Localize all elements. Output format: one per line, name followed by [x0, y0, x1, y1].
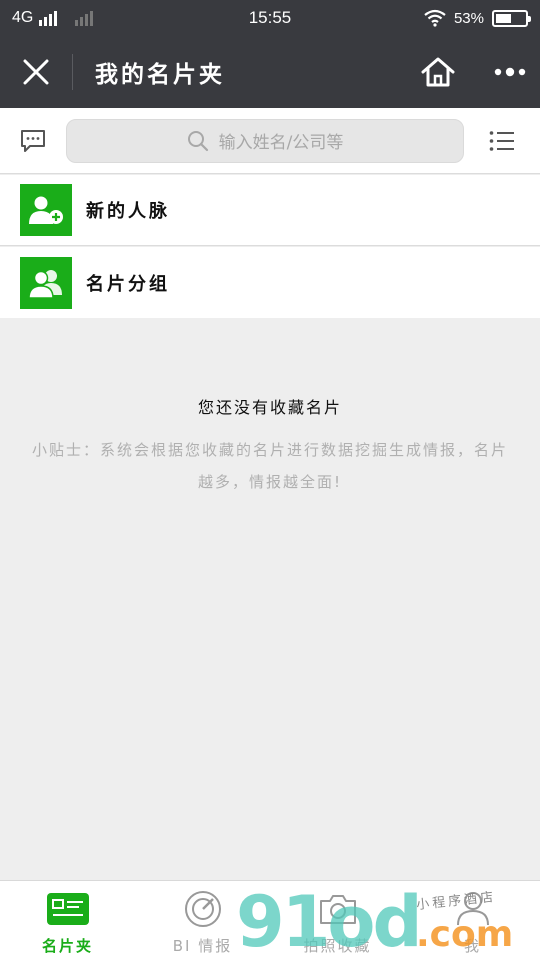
tab-me[interactable]: 我: [405, 881, 540, 960]
battery-percent: 53%: [453, 9, 484, 27]
message-button[interactable]: [0, 108, 66, 174]
more-button[interactable]: [480, 36, 540, 108]
entry-label: 名片分组: [86, 273, 170, 295]
group-icon: [28, 269, 62, 299]
tab-label: 名片夹: [41, 937, 93, 955]
bottom-tab-bar: 名片夹 BI 情报 拍照收藏 我: [0, 880, 540, 960]
search-row: 输入姓名/公司等: [0, 108, 540, 174]
tab-label: 拍照收藏: [303, 937, 372, 955]
wifi-icon: [424, 9, 446, 27]
empty-state-title: 您还没有收藏名片: [197, 398, 342, 417]
card-holder-icon: [46, 891, 90, 927]
radar-icon: [181, 891, 225, 927]
search-input[interactable]: 输入姓名/公司等: [66, 118, 464, 163]
message-icon: [21, 129, 45, 152]
network-type: 4G: [12, 9, 34, 26]
page-title: 我的名片夹: [95, 62, 225, 88]
close-button[interactable]: [0, 36, 72, 108]
tab-card-holder[interactable]: 名片夹: [0, 881, 135, 960]
add-contact-icon: [29, 196, 63, 224]
battery-icon: [492, 9, 531, 27]
card-groups-entry[interactable]: 名片分组: [0, 247, 540, 318]
signal-area: 4G: [12, 9, 212, 27]
search-icon: [187, 130, 208, 151]
home-button[interactable]: [408, 36, 468, 108]
entry-icon-box: [20, 184, 72, 236]
signal-strength-secondary-icon: [75, 10, 94, 26]
battery-level: [496, 13, 511, 23]
camera-icon: [316, 891, 360, 927]
close-icon: [23, 59, 49, 85]
title-bar: 我的名片夹: [0, 36, 540, 108]
signal-strength-icon: [39, 10, 58, 26]
person-icon: [451, 891, 495, 927]
tab-bi-intel[interactable]: BI 情报: [135, 881, 270, 960]
entry-label: 新的人脉: [86, 201, 170, 222]
search-placeholder: 输入姓名/公司等: [218, 133, 344, 153]
status-bar: 4G 15:55 53%: [0, 0, 540, 36]
new-contacts-entry[interactable]: 新的人脉: [0, 175, 540, 246]
list-icon: [489, 130, 514, 151]
tab-label: 我: [463, 937, 481, 955]
list-view-button[interactable]: [464, 108, 540, 174]
clock: 15:55: [248, 8, 292, 27]
title-divider: [72, 54, 73, 90]
tab-label: BI 情报: [172, 937, 233, 955]
more-icon: [494, 67, 526, 77]
empty-state-tip: 小贴士：系统会根据您收藏的名片进行数据挖掘生成情报，名片越多，情报越全面!: [31, 441, 508, 491]
status-right: 53%: [328, 9, 531, 27]
home-icon: [421, 57, 455, 87]
tab-photo-collect[interactable]: 拍照收藏: [270, 881, 405, 960]
entry-icon-box: [20, 256, 72, 309]
